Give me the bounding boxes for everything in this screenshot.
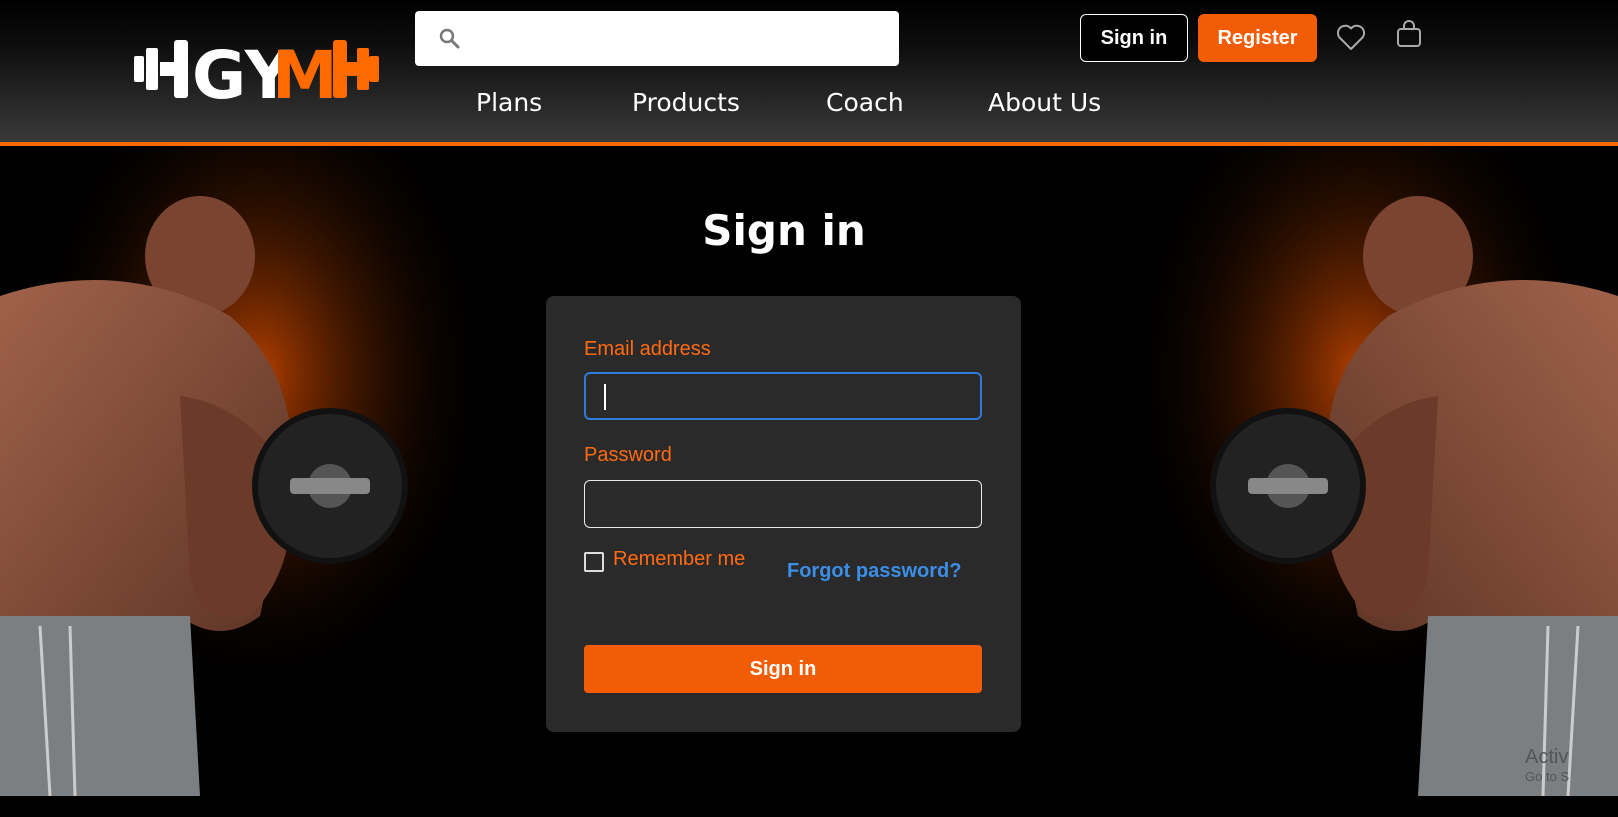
watermark-line-1: Activ — [1525, 746, 1569, 768]
hero-section: Sign in Email address Password Remember … — [0, 146, 1618, 817]
password-field[interactable] — [584, 480, 982, 528]
register-button[interactable]: Register — [1198, 14, 1317, 62]
watermark-line-2: Go to S — [1525, 769, 1570, 784]
email-field[interactable] — [584, 372, 982, 420]
forgot-password-link[interactable]: Forgot password? — [787, 560, 961, 583]
logo-text-accent: M — [272, 37, 338, 102]
remember-me-label[interactable]: Remember me — [613, 548, 745, 571]
heart-icon[interactable] — [1336, 23, 1366, 51]
gym-logo[interactable]: GY M — [134, 36, 379, 102]
sign-in-submit-button[interactable]: Sign in — [584, 645, 982, 693]
search-bar[interactable] — [415, 11, 899, 68]
site-header: GY M Sign in Register Plans Products Coa… — [0, 0, 1618, 146]
sign-in-form: Email address Password Remember me Forgo… — [546, 296, 1021, 732]
email-label: Email address — [584, 338, 711, 360]
nav-item-plans[interactable]: Plans — [476, 88, 542, 117]
search-icon — [439, 28, 460, 49]
nav-item-products[interactable]: Products — [632, 88, 740, 117]
text-caret — [604, 384, 606, 410]
password-label: Password — [584, 444, 672, 466]
page-title: Sign in — [702, 206, 866, 255]
header-sign-in-button[interactable]: Sign in — [1080, 14, 1188, 62]
search-input[interactable] — [465, 11, 889, 68]
nav-item-coach[interactable]: Coach — [826, 88, 904, 117]
remember-me-checkbox[interactable] — [584, 552, 604, 572]
nav-item-about-us[interactable]: About Us — [988, 88, 1101, 117]
shopping-bag-icon[interactable] — [1396, 20, 1422, 48]
activation-watermark: Activ Go to S — [1525, 746, 1569, 784]
